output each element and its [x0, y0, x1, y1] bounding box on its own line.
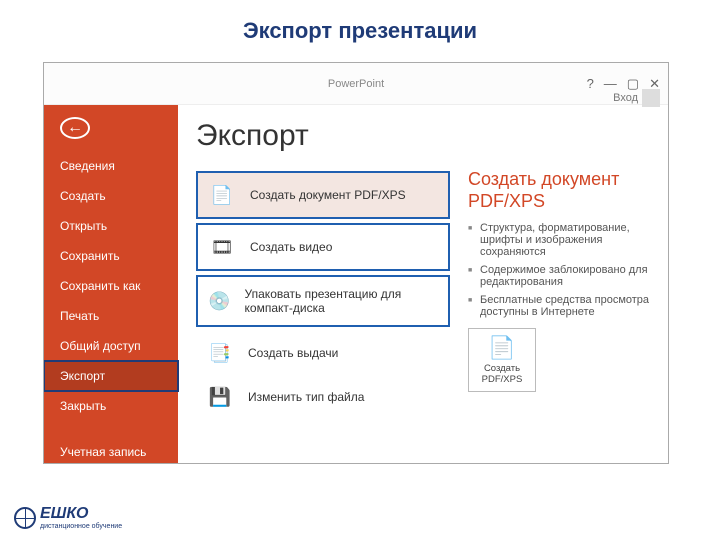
sidebar-item-export[interactable]: Экспорт	[44, 361, 178, 391]
filetype-icon: 💾	[206, 385, 234, 409]
export-option-label: Изменить тип файла	[248, 390, 364, 404]
sidebar-item-close[interactable]: Закрыть	[44, 391, 178, 421]
powerpoint-window: PowerPoint ? — ▢ ✕ Вход ← Сведения Созда…	[43, 62, 669, 464]
signin-label: Вход	[613, 92, 638, 104]
handout-icon: 📑	[206, 341, 234, 365]
page-title: Экспорт	[196, 119, 450, 153]
export-option-label: Упаковать презентацию для компакт-диска	[245, 287, 438, 315]
sidebar-item-open[interactable]: Открыть	[44, 211, 178, 241]
detail-bullet: Бесплатные средства просмотра доступны в…	[468, 294, 656, 318]
video-icon: 🎞	[208, 235, 236, 259]
arrow-left-icon: ←	[67, 119, 83, 137]
detail-title: Создать документ PDF/XPS	[468, 169, 656, 212]
export-option-changetype[interactable]: 💾 Изменить тип файла	[196, 375, 450, 419]
app-name: PowerPoint	[328, 78, 384, 90]
export-option-label: Создать выдачи	[248, 346, 338, 360]
help-button[interactable]: ?	[587, 76, 594, 91]
sidebar-item-info[interactable]: Сведения	[44, 151, 178, 181]
export-option-pdfxps[interactable]: 📄 Создать документ PDF/XPS	[196, 171, 450, 219]
globe-icon	[14, 507, 36, 529]
sidebar-item-share[interactable]: Общий доступ	[44, 331, 178, 361]
export-page: Экспорт 📄 Создать документ PDF/XPS 🎞 Соз…	[178, 105, 668, 463]
titlebar: PowerPoint ? — ▢ ✕ Вход	[44, 63, 668, 105]
action-label: Создать PDF/XPS	[482, 363, 523, 385]
logo-subtext: дистанционное обучение	[40, 523, 122, 530]
sidebar-item-print[interactable]: Печать	[44, 301, 178, 331]
backstage-sidebar: ← Сведения Создать Открыть Сохранить Сох…	[44, 105, 178, 463]
export-option-handouts[interactable]: 📑 Создать выдачи	[196, 331, 450, 375]
slide-title: Экспорт презентации	[0, 0, 720, 54]
eshko-logo: ЕШКО дистанционное обучение	[14, 505, 122, 530]
detail-bullet: Содержимое заблокировано для редактирова…	[468, 264, 656, 288]
export-option-label: Создать документ PDF/XPS	[250, 188, 406, 202]
sidebar-item-saveas[interactable]: Сохранить как	[44, 271, 178, 301]
cd-icon: 💿	[208, 289, 231, 313]
sidebar-item-account[interactable]: Учетная запись	[44, 437, 178, 463]
pdf-icon: 📄	[473, 335, 531, 361]
sidebar-item-save[interactable]: Сохранить	[44, 241, 178, 271]
detail-bullet: Структура, форматирование, шрифты и изоб…	[468, 222, 656, 258]
detail-bullets: Структура, форматирование, шрифты и изоб…	[468, 222, 656, 318]
back-button[interactable]: ←	[60, 117, 90, 139]
sidebar-item-new[interactable]: Создать	[44, 181, 178, 211]
create-pdfxps-button[interactable]: 📄 Создать PDF/XPS	[468, 328, 536, 392]
export-option-video[interactable]: 🎞 Создать видео	[196, 223, 450, 271]
export-option-label: Создать видео	[250, 240, 332, 254]
export-detail-panel: Создать документ PDF/XPS Структура, форм…	[450, 119, 668, 463]
pdf-icon: 📄	[208, 183, 236, 207]
export-option-cd[interactable]: 💿 Упаковать презентацию для компакт-диск…	[196, 275, 450, 327]
logo-text: ЕШКО	[40, 505, 122, 523]
